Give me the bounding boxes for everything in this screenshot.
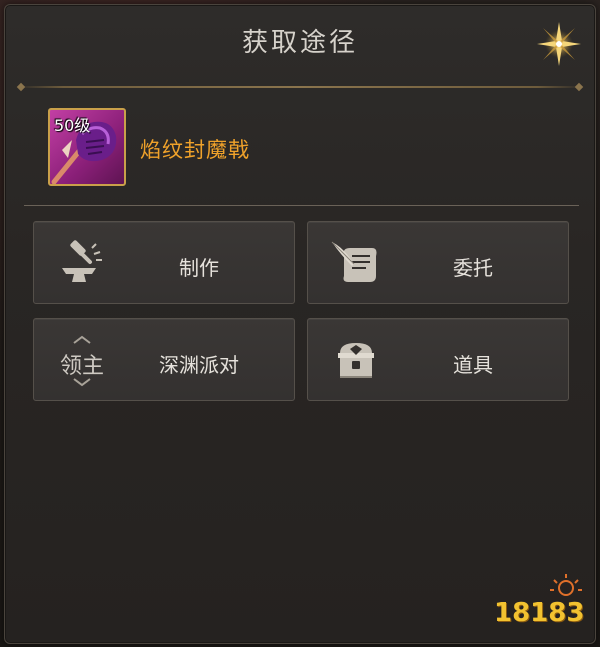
section-divider bbox=[24, 205, 579, 206]
item-name: 焰纹封魔戟 bbox=[140, 138, 250, 162]
boss-lord-icon: 领主 bbox=[56, 335, 108, 387]
source-quest-label: 委托 bbox=[453, 256, 493, 280]
anvil-hammer-icon bbox=[62, 240, 102, 282]
source-item-label: 道具 bbox=[453, 353, 493, 377]
site-watermark: 18183 bbox=[494, 572, 594, 638]
close-button[interactable] bbox=[535, 20, 583, 68]
source-abyss-button[interactable]: 领主 深渊派对 bbox=[33, 318, 295, 401]
boss-lord-icon-text: 领主 bbox=[60, 354, 105, 379]
source-quest-button[interactable]: 委托 bbox=[307, 221, 569, 304]
source-abyss-label: 深渊派对 bbox=[159, 353, 239, 377]
item-level-badge: 50级 bbox=[54, 116, 91, 135]
treasure-chest-icon bbox=[338, 343, 374, 378]
source-item-button[interactable]: 道具 bbox=[307, 318, 569, 401]
sparkle-star-close-icon bbox=[537, 22, 581, 66]
title-divider bbox=[18, 86, 582, 88]
dialog-title: 获取途径 bbox=[241, 28, 358, 58]
sun-logo-icon bbox=[550, 574, 582, 596]
watermark-text: 18183 bbox=[494, 598, 585, 628]
source-make-button[interactable]: 制作 bbox=[33, 221, 295, 304]
scroll-quill-icon bbox=[331, 241, 377, 282]
item-icon-slot[interactable]: 50级 bbox=[48, 108, 126, 186]
source-make-label: 制作 bbox=[179, 256, 219, 280]
